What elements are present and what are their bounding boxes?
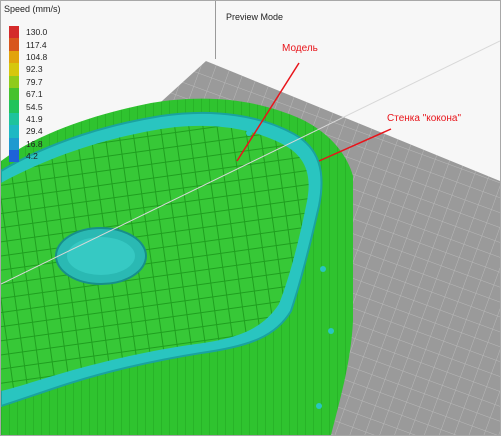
model-annotation: Модель <box>282 43 318 54</box>
legend-label: 117.4 <box>26 39 47 50</box>
preview-viewport[interactable]: Speed (mm/s) 130.0 117.4 104.8 92.3 79.7 67.1… <box>0 0 501 436</box>
legend-swatch <box>9 75 19 88</box>
legend-swatch <box>9 100 19 113</box>
legend-label: 16.8 <box>26 138 43 149</box>
legend-item: 67.1 <box>9 88 43 101</box>
legend-item: 104.8 <box>9 50 48 64</box>
legend-swatch <box>9 50 19 64</box>
legend-label: 130.0 <box>26 27 48 38</box>
wall-annotation: Стенка "кокона" <box>387 113 461 124</box>
legend-swatch <box>9 125 19 138</box>
legend-item: 16.8 <box>9 137 43 150</box>
legend-label: 41.9 <box>26 113 43 124</box>
3d-scene[interactable] <box>1 1 500 435</box>
legend-label: 4.2 <box>26 151 38 162</box>
legend-item: 54.5 <box>9 100 43 113</box>
legend-title: Speed (mm/s) <box>4 4 61 14</box>
legend-label: 67.1 <box>26 89 43 100</box>
legend-swatch <box>9 63 19 76</box>
legend-swatch <box>9 137 19 150</box>
legend-label: 29.4 <box>26 126 43 137</box>
legend-swatch <box>9 38 19 51</box>
legend-label: 92.3 <box>26 64 43 75</box>
legend-swatch <box>9 112 19 126</box>
legend-label: 104.8 <box>26 51 48 62</box>
legend-item: 41.9 <box>9 112 43 126</box>
legend-item: 29.4 <box>9 125 43 138</box>
legend-item: 130.0 <box>9 26 48 39</box>
legend-swatch <box>9 150 19 163</box>
legend-item: 79.7 <box>9 75 43 88</box>
panel-divider <box>215 1 216 59</box>
preview-mode-label: Preview Mode <box>226 12 284 22</box>
legend-label: 54.5 <box>26 101 43 112</box>
legend-label: 79.7 <box>26 76 43 87</box>
legend-item: 92.3 <box>9 63 43 76</box>
legend-swatch <box>9 26 19 39</box>
legend-swatch <box>9 88 19 101</box>
legend-item: 117.4 <box>9 38 47 51</box>
legend-item: 4.2 <box>9 150 38 163</box>
